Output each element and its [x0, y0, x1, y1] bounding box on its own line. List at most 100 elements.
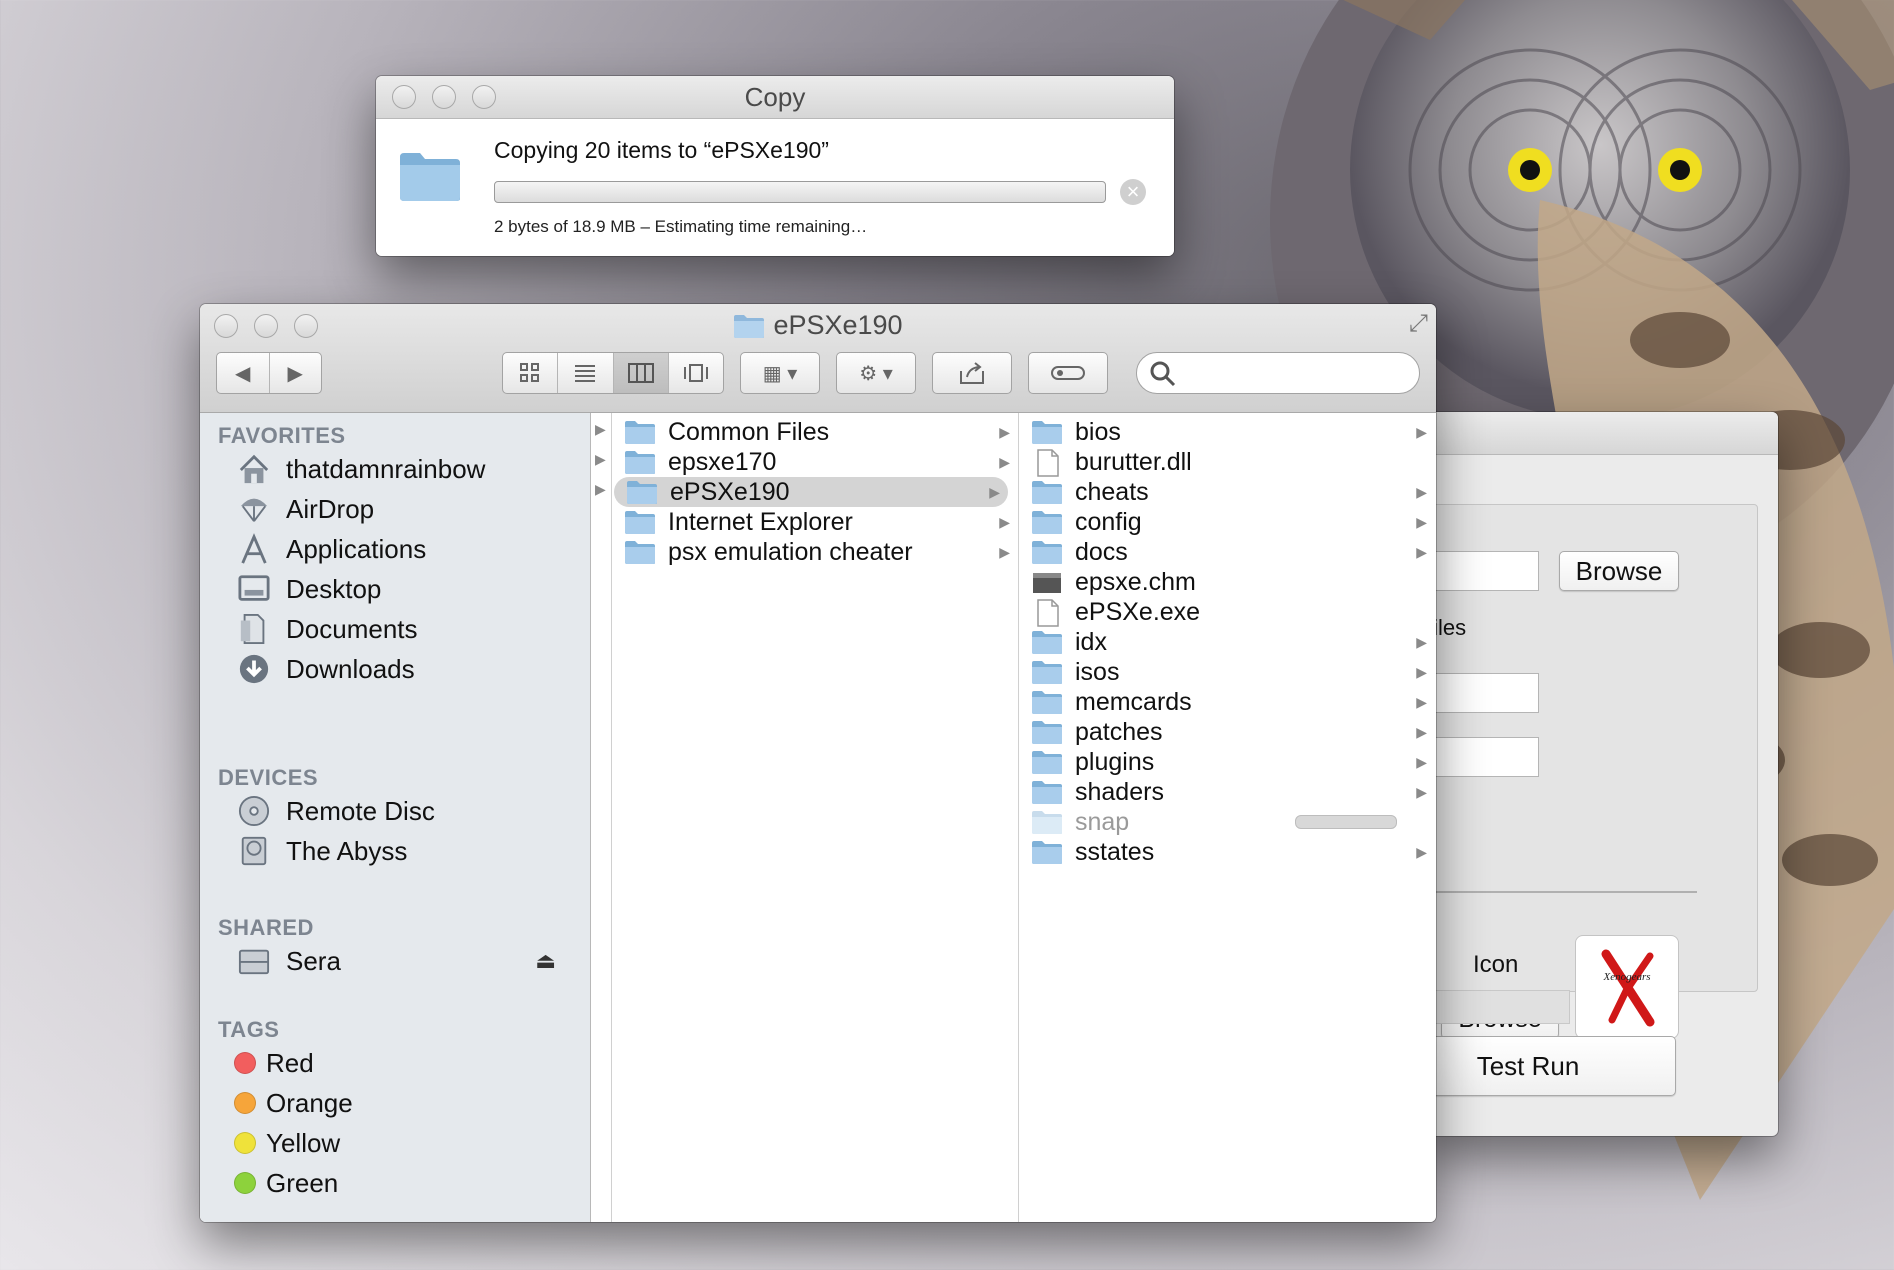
test-run-button[interactable]: Test Run — [1420, 1036, 1676, 1096]
sidebar-item-thatdamnrainbow[interactable]: thatdamnrainbow — [234, 449, 570, 489]
back-arrow-icon[interactable]: ◀ — [217, 353, 270, 393]
list-item[interactable]: Common Files ▶ — [612, 417, 1018, 447]
share-button[interactable] — [932, 352, 1012, 394]
sidebar-item-the-abyss[interactable]: The Abyss — [234, 831, 570, 871]
sidebar-tag-green[interactable]: Green — [226, 1163, 570, 1203]
minimize-button[interactable] — [432, 85, 456, 109]
disclosure-arrow-icon: ▶ — [999, 423, 1010, 440]
folder-icon — [1031, 839, 1063, 865]
copy-dialog: Copy Copying 20 items to “ePSXe190” × 2 … — [376, 76, 1174, 256]
item-label: epsxe.chm — [1075, 567, 1196, 596]
list-item[interactable]: psx emulation cheater ▶ — [612, 537, 1018, 567]
app-field-3[interactable] — [1420, 737, 1539, 777]
list-view-icon[interactable] — [558, 353, 614, 393]
folder-icon — [1031, 539, 1063, 565]
tag-oval-icon — [1029, 353, 1107, 393]
list-item[interactable]: epsxe.chm — [1019, 567, 1435, 597]
list-item[interactable]: bios ▶ — [1019, 417, 1435, 447]
app-settings-panel: Browse si files Icon Browse Xenogears — [1420, 504, 1758, 1039]
finder-body: FAVORITES DEVICES SHARED TAGS thatdamnra… — [200, 413, 1436, 1222]
list-item[interactable]: ePSXe.exe — [1019, 597, 1435, 627]
item-label: docs — [1075, 537, 1128, 566]
downloads-icon — [234, 651, 274, 687]
folder-icon — [1031, 479, 1063, 505]
tags-heading: TAGS — [218, 1017, 280, 1042]
sidebar-item-documents[interactable]: Documents — [234, 609, 570, 649]
tags-button[interactable] — [1028, 352, 1108, 394]
home-icon — [234, 451, 274, 487]
server-icon — [234, 943, 274, 979]
list-item[interactable]: burutter.dll — [1019, 447, 1435, 477]
zoom-button[interactable] — [472, 85, 496, 109]
sidebar-item-label: thatdamnrainbow — [286, 453, 486, 484]
hard-drive-icon — [234, 833, 274, 869]
documents-icon — [234, 611, 274, 647]
item-label: idx — [1075, 627, 1107, 656]
list-item[interactable]: ePSXe190 ▶ — [614, 477, 1008, 507]
finder-title-text: ePSXe190 — [773, 310, 903, 340]
list-item[interactable]: cheats ▶ — [1019, 477, 1435, 507]
item-label: Internet Explorer — [668, 507, 853, 536]
sidebar-item-remote-disc[interactable]: Remote Disc — [234, 791, 570, 831]
arrange-button[interactable]: ▦ ▾ — [740, 352, 820, 394]
disclosure-arrow-icon: ▶ — [1416, 663, 1427, 680]
close-button[interactable] — [392, 85, 416, 109]
folder-icon — [1031, 629, 1063, 655]
column-view-icon[interactable] — [613, 353, 669, 393]
item-label: psx emulation cheater — [668, 537, 913, 566]
list-item[interactable]: Internet Explorer ▶ — [612, 507, 1018, 537]
list-item[interactable]: epsxe170 ▶ — [612, 447, 1018, 477]
sidebar-item-airdrop[interactable]: AirDrop — [234, 489, 570, 529]
item-label: bios — [1075, 417, 1121, 446]
sidebar-tag-red[interactable]: Red — [226, 1043, 570, 1083]
stop-circle-icon[interactable]: × — [1120, 179, 1146, 205]
file-icon — [1031, 449, 1063, 477]
disclosure-arrow-icon: ▶ — [1416, 483, 1427, 500]
item-label: burutter.dll — [1075, 447, 1192, 476]
search-input[interactable] — [1183, 359, 1407, 389]
list-item[interactable]: isos ▶ — [1019, 657, 1435, 687]
svg-text:Xenogears: Xenogears — [1602, 971, 1650, 983]
list-item[interactable]: idx ▶ — [1019, 627, 1435, 657]
folder-icon — [624, 449, 656, 475]
item-label: snap — [1075, 807, 1130, 836]
icon-view-icon[interactable] — [503, 353, 559, 393]
gear-icon: ⚙ ▾ — [859, 362, 893, 385]
finder-window: ePSXe190 ⤢ ◀ ▶ ▦ ▾ ⚙ ▾ FAVORITES DEVICES… — [200, 304, 1436, 1222]
list-item[interactable]: snap — [1019, 807, 1435, 837]
search-icon — [1150, 361, 1176, 387]
item-label: isos — [1075, 657, 1120, 686]
sidebar-tag-yellow[interactable]: Yellow — [226, 1123, 570, 1163]
list-item[interactable]: config ▶ — [1019, 507, 1435, 537]
icon-label: Icon — [1473, 951, 1519, 978]
item-label: cheats — [1075, 477, 1149, 506]
list-item[interactable]: docs ▶ — [1019, 537, 1435, 567]
list-item[interactable]: shaders ▶ — [1019, 777, 1435, 807]
app-field-2[interactable] — [1420, 673, 1539, 713]
disclosure-arrow-icon: ▶ — [1416, 693, 1427, 710]
forward-arrow-icon[interactable]: ▶ — [270, 353, 322, 393]
parent-column-edge: ▶ ▶ ▶ — [591, 413, 612, 1222]
icon-preview-well: Xenogears — [1575, 935, 1679, 1039]
sidebar-tag-orange[interactable]: Orange — [226, 1083, 570, 1123]
fullscreen-icon[interactable]: ⤢ — [1409, 310, 1428, 338]
search-field[interactable] — [1136, 352, 1420, 394]
sidebar-item-applications[interactable]: Applications — [234, 529, 570, 569]
item-label: ePSXe190 — [670, 477, 790, 506]
action-button[interactable]: ⚙ ▾ — [836, 352, 916, 394]
item-label: ePSXe.exe — [1075, 597, 1201, 626]
sidebar-item-downloads[interactable]: Downloads — [234, 649, 570, 689]
eject-icon[interactable]: ⏏ — [535, 948, 556, 974]
disclosure-arrow-icon: ▶ — [999, 513, 1010, 530]
list-item[interactable]: patches ▶ — [1019, 717, 1435, 747]
list-item[interactable]: plugins ▶ — [1019, 747, 1435, 777]
sidebar-item-sera[interactable]: Sera ⏏ — [234, 941, 570, 981]
list-item[interactable]: memcards ▶ — [1019, 687, 1435, 717]
sidebar-item-label: Sera — [286, 945, 341, 976]
coverflow-view-icon[interactable] — [669, 353, 723, 393]
browse-button-top[interactable]: Browse — [1559, 551, 1679, 591]
sidebar-item-desktop[interactable]: Desktop — [234, 569, 570, 609]
tag-color-dot — [234, 1172, 256, 1194]
app-path-field[interactable] — [1420, 551, 1539, 591]
list-item[interactable]: sstates ▶ — [1019, 837, 1435, 867]
